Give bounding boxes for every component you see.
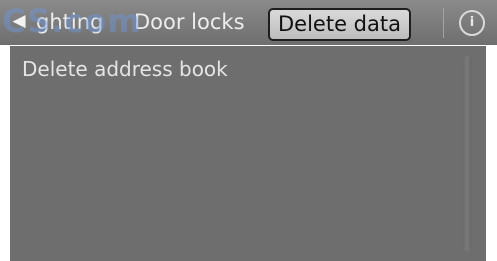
tab-divider xyxy=(443,8,444,38)
scrollbar[interactable] xyxy=(462,56,472,251)
panel-left-edge xyxy=(0,46,10,261)
tab-lighting[interactable]: ghting xyxy=(36,7,103,37)
list-item-delete-address-book[interactable]: Delete address book xyxy=(22,57,228,81)
tab-delete-data[interactable]: Delete data xyxy=(268,8,411,41)
display-screen: ◀ ghting Door locks Delete data i Delete… xyxy=(0,0,497,261)
tab-door-locks[interactable]: Door locks xyxy=(134,7,245,37)
info-icon[interactable]: i xyxy=(459,10,485,36)
tab-bar: ◀ ghting Door locks Delete data i xyxy=(0,0,497,45)
left-arrow-icon[interactable]: ◀ xyxy=(8,10,30,32)
content-panel: Delete address book xyxy=(10,46,486,261)
